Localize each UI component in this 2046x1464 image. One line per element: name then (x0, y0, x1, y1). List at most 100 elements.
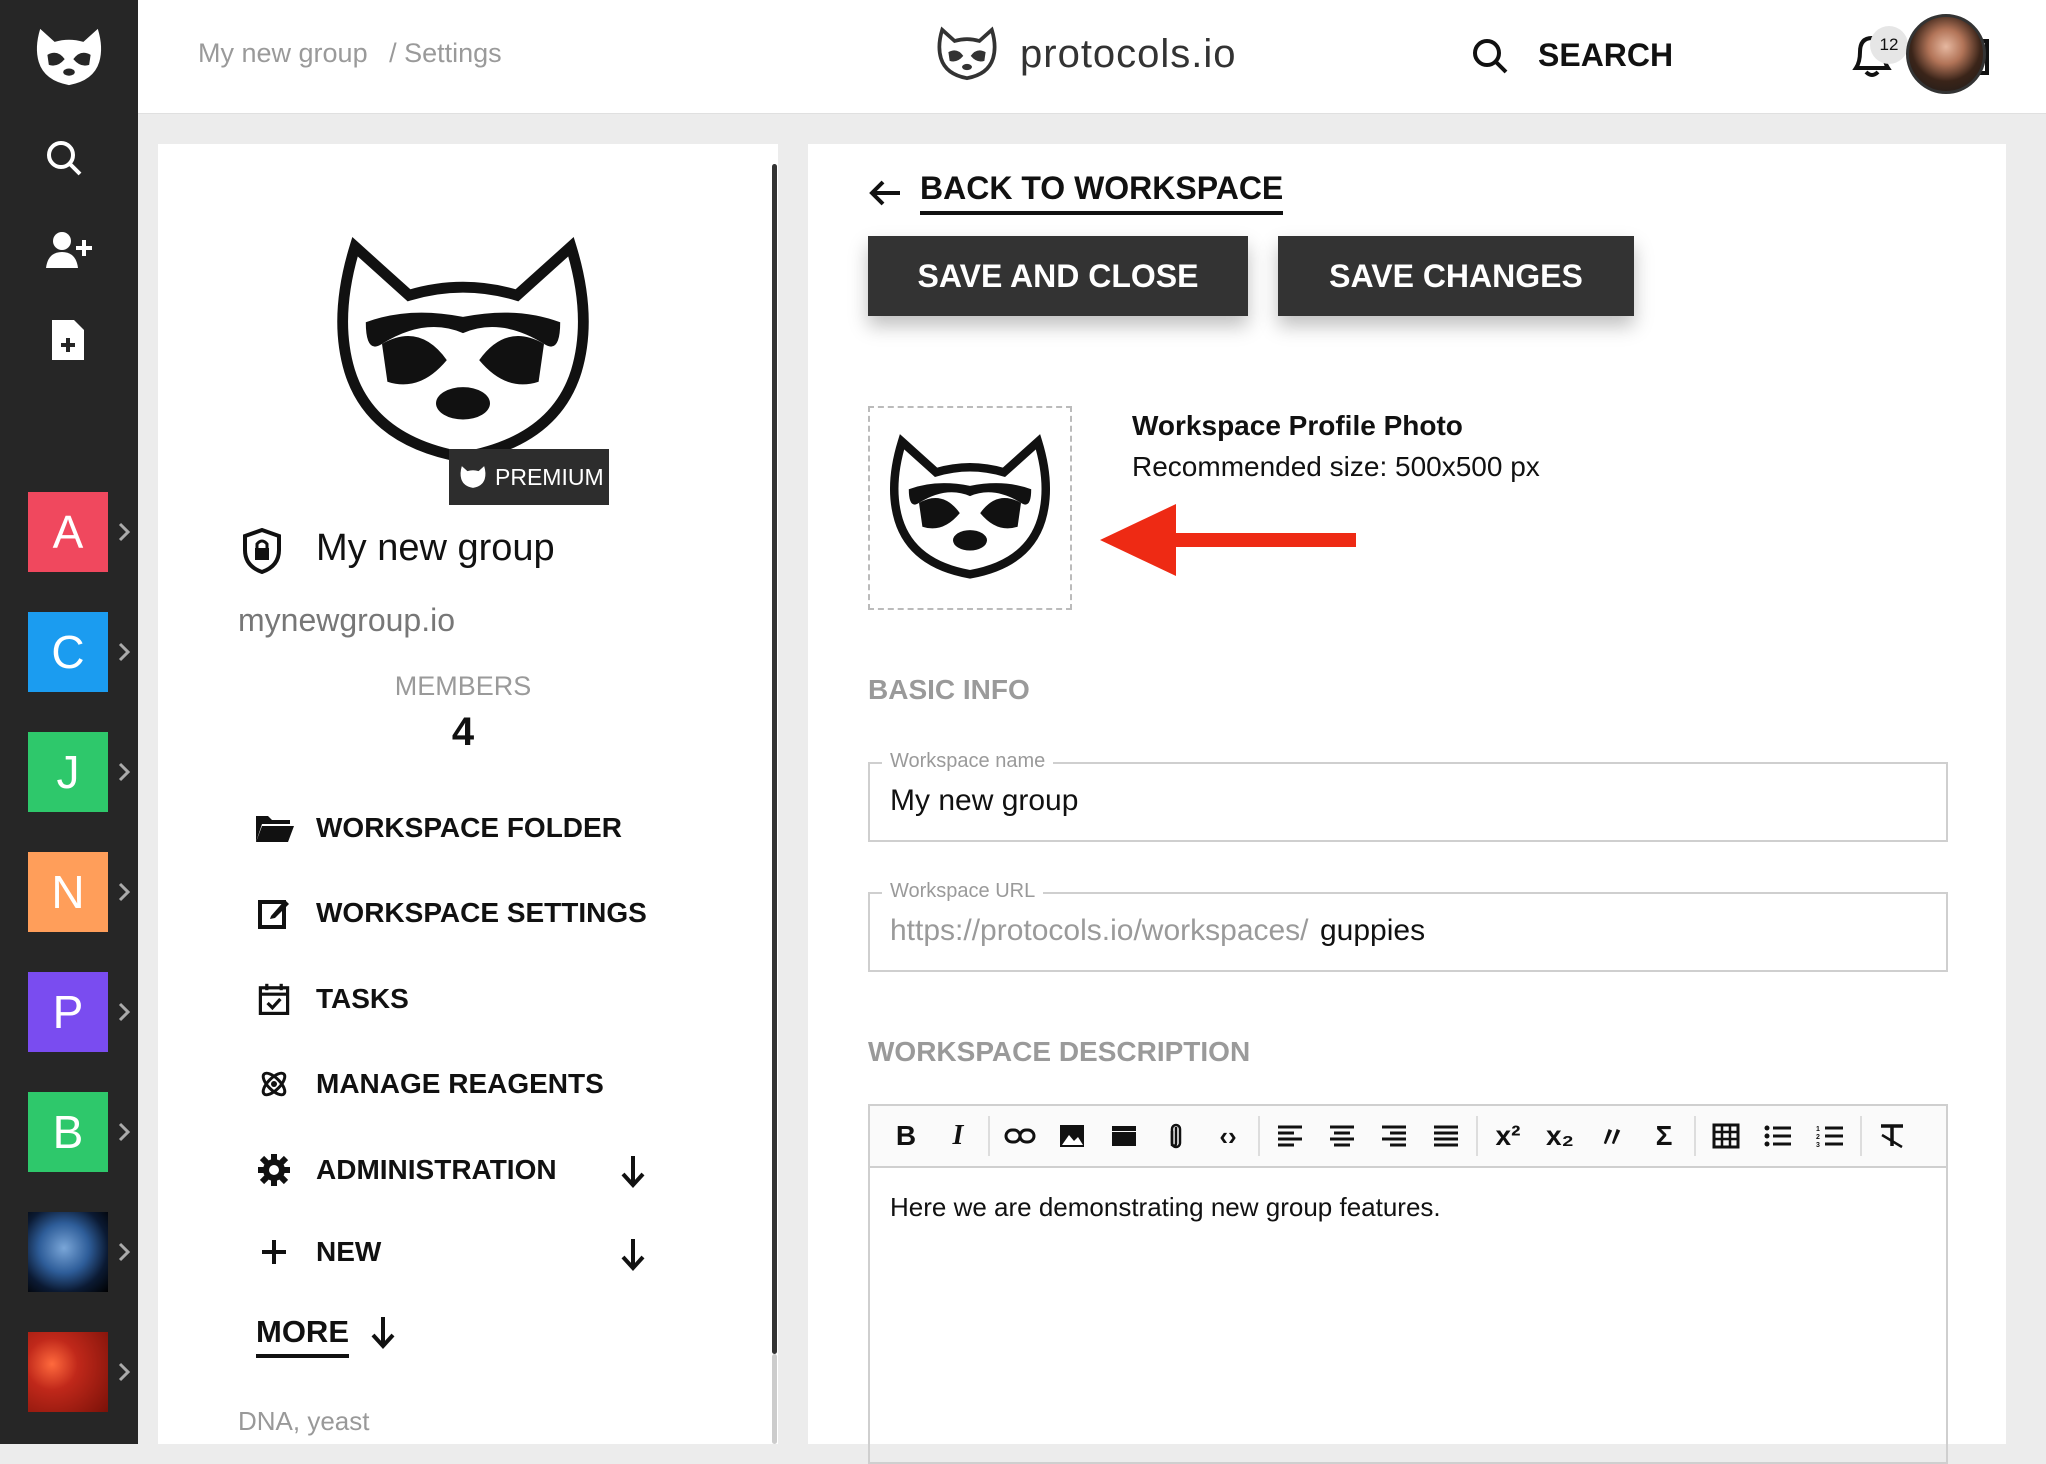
menu-administration-label: ADMINISTRATION (316, 1154, 557, 1185)
svg-text:2: 2 (1816, 1134, 1820, 1141)
profile-photo-title: Workspace Profile Photo (1132, 410, 1463, 441)
back-to-workspace-label: BACK TO WORKSPACE (920, 170, 1284, 215)
chevron-right-icon (118, 522, 131, 542)
menu-tasks-label: TASKS (316, 983, 409, 1014)
attachment-icon[interactable] (1150, 1114, 1202, 1158)
notifications-button[interactable]: 12 (1850, 26, 1908, 85)
workspace-url-label: Workspace URL (882, 880, 1044, 903)
bulleted-list-icon[interactable] (1752, 1114, 1804, 1158)
raccoon-logo-icon (937, 26, 997, 81)
workspace-tile[interactable]: A (28, 492, 108, 572)
align-right-icon[interactable] (1368, 1114, 1420, 1158)
workspace-earth-avatar[interactable] (28, 1212, 108, 1292)
private-shield-icon (243, 528, 281, 574)
arrow-down-icon[interactable] (620, 1154, 646, 1188)
folder-icon (256, 816, 294, 842)
align-center-icon[interactable] (1316, 1114, 1368, 1158)
add-user-icon[interactable] (44, 230, 96, 275)
superscript-icon[interactable]: x² (1482, 1114, 1534, 1158)
link-icon[interactable] (994, 1114, 1046, 1158)
menu-manage-reagents[interactable]: MANAGE REAGENTS (254, 1068, 604, 1100)
arrow-down-icon[interactable] (620, 1237, 646, 1271)
workspace-virus-avatar[interactable] (28, 1332, 108, 1412)
premium-label: PREMIUM (495, 463, 604, 490)
workspace-tile[interactable]: C (28, 612, 108, 692)
more-toggle[interactable]: MORE (256, 1314, 349, 1358)
numbered-list-icon[interactable]: 123 (1804, 1114, 1856, 1158)
clear-formatting-icon[interactable] (1866, 1114, 1918, 1158)
workspace-name-label: Workspace name (882, 750, 1054, 773)
chevron-right-icon (118, 642, 131, 662)
search-icon[interactable] (44, 138, 84, 183)
atom-icon (261, 1071, 287, 1097)
workspace-url-field[interactable]: Workspace URL https://protocols.io/works… (868, 880, 1948, 972)
editor-toolbar: B I ‹› x² x₂ 〃 Σ 123 (870, 1106, 1946, 1168)
menu-new-label: NEW (316, 1236, 382, 1267)
align-justify-icon[interactable] (1420, 1114, 1472, 1158)
menu-workspace-folder-label: WORKSPACE FOLDER (316, 812, 622, 843)
notification-count-badge: 12 (1870, 26, 1908, 64)
chevron-right-icon (118, 1122, 131, 1142)
arrow-down-icon[interactable] (370, 1314, 396, 1350)
workspace-name-value[interactable]: My new group (890, 784, 1078, 818)
members-label: MEMBERS (394, 671, 532, 701)
menu-tasks[interactable]: TASKS (254, 982, 409, 1016)
menu-new[interactable]: NEW (254, 1236, 381, 1268)
italic-icon[interactable]: I (932, 1114, 984, 1158)
chevron-right-icon (118, 1242, 131, 1262)
image-icon[interactable] (1046, 1114, 1098, 1158)
search-button[interactable]: SEARCH (1538, 37, 1673, 74)
basic-info-heading: BASIC INFO (868, 674, 1030, 705)
sigma-icon[interactable]: Σ (1638, 1114, 1690, 1158)
arrow-left-icon (869, 180, 900, 205)
workspace-sidebar: PREMIUM My new group mynewgroup.io MEMBE… (158, 144, 778, 1444)
raccoon-photo-icon (889, 434, 1051, 579)
raccoon-logo-icon[interactable] (33, 26, 105, 93)
bold-icon[interactable]: B (880, 1114, 932, 1158)
save-and-close-button[interactable]: SAVE AND CLOSE (868, 236, 1248, 316)
chevron-right-icon (118, 882, 131, 902)
breadcrumb-settings: / Settings (389, 38, 502, 68)
group-url[interactable]: mynewgroup.io (238, 602, 455, 639)
new-document-icon[interactable] (50, 318, 86, 367)
user-avatar[interactable] (1906, 14, 1986, 94)
description-editor[interactable]: B I ‹› x² x₂ 〃 Σ 123 Here we are demonst… (868, 1104, 1948, 1464)
video-icon[interactable] (1098, 1114, 1150, 1158)
description-text[interactable]: Here we are demonstrating new group feat… (890, 1192, 1441, 1223)
left-rail: ACJNPB (0, 0, 138, 1444)
breadcrumb: My new group / Settings (198, 38, 516, 69)
workspace-tile[interactable]: P (28, 972, 108, 1052)
align-left-icon[interactable] (1264, 1114, 1316, 1158)
subscript-icon[interactable]: x₂ (1534, 1114, 1586, 1158)
sidebar-scrollbar-track (772, 1354, 777, 1444)
workspace-tile[interactable]: B (28, 1092, 108, 1172)
save-changes-button[interactable]: SAVE CHANGES (1278, 236, 1634, 316)
profile-photo-upload[interactable] (868, 406, 1072, 610)
formula-icon[interactable]: 〃 (1586, 1114, 1638, 1158)
workspace-url-value[interactable]: guppies (1320, 914, 1425, 948)
plus-icon (262, 1240, 286, 1264)
menu-administration[interactable]: ADMINISTRATION (254, 1153, 557, 1187)
workspace-tags[interactable]: DNA, yeast (238, 1406, 370, 1437)
workspace-tile[interactable]: N (28, 852, 108, 932)
menu-workspace-folder[interactable]: WORKSPACE FOLDER (254, 812, 622, 844)
brand[interactable]: protocols.io (936, 26, 1237, 82)
premium-badge: PREMIUM (449, 449, 609, 505)
chevron-right-icon (118, 762, 131, 782)
profile-photo-hint: Recommended size: 500x500 px (1132, 451, 1540, 482)
raccoon-icon (460, 466, 486, 488)
members-count[interactable]: 4 (393, 710, 533, 755)
workspace-name-field[interactable]: Workspace name My new group (868, 750, 1948, 842)
code-icon[interactable]: ‹› (1202, 1114, 1254, 1158)
back-to-workspace-link[interactable]: BACK TO WORKSPACE (868, 170, 1284, 215)
menu-manage-reagents-label: MANAGE REAGENTS (316, 1068, 604, 1099)
menu-workspace-settings[interactable]: WORKSPACE SETTINGS (254, 896, 647, 930)
edit-icon (258, 900, 289, 929)
sidebar-scrollbar[interactable] (772, 164, 777, 1354)
table-icon[interactable] (1700, 1114, 1752, 1158)
workspace-tile[interactable]: J (28, 732, 108, 812)
breadcrumb-group[interactable]: My new group (198, 38, 368, 68)
gear-icon (258, 1154, 290, 1186)
search-icon[interactable] (1470, 36, 1510, 76)
top-bar: My new group / Settings protocols.io SEA… (138, 0, 2046, 114)
